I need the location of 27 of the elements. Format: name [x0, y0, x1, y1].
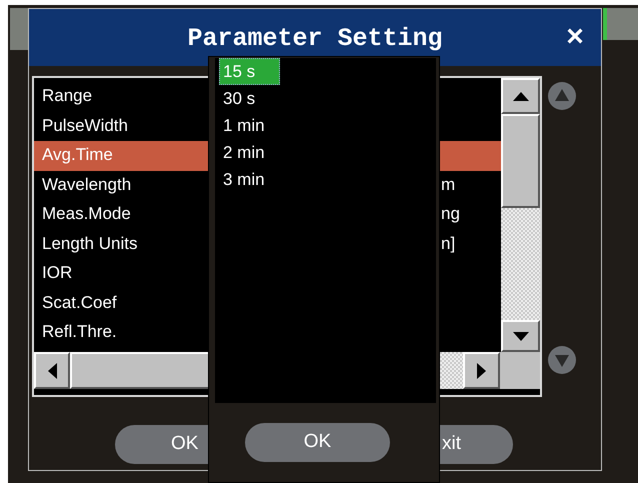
parameter-label: Avg.Time [42, 144, 113, 166]
parameter-label: Scat.Coef [42, 292, 117, 314]
side-widget [603, 8, 638, 40]
parameter-label: Length Units [42, 232, 138, 254]
left-triangle-icon [48, 362, 56, 378]
option-item[interactable]: 30 s [219, 85, 260, 112]
option-item[interactable]: 3 min [219, 166, 269, 193]
scroll-up-button[interactable] [501, 78, 540, 114]
page-up-icon[interactable] [548, 82, 576, 110]
ok-button[interactable]: OK [245, 423, 390, 462]
parameter-label: Refl.Thre. [42, 321, 117, 343]
parameter-value: n] [441, 232, 456, 254]
page-down-icon[interactable] [548, 346, 576, 374]
down-triangle-icon [512, 332, 528, 340]
parameter-value: ng [441, 203, 460, 225]
option-item[interactable]: 2 min [219, 139, 269, 166]
up-triangle-icon [512, 92, 528, 100]
window-title: Parameter Setting [186, 24, 444, 54]
scroll-thumb[interactable] [501, 114, 540, 208]
parameter-label: IOR [42, 262, 72, 284]
parameter-label: Meas.Mode [42, 203, 131, 225]
scroll-down-button[interactable] [501, 320, 540, 352]
close-button[interactable]: × [560, 22, 590, 52]
scroll-left-button[interactable] [34, 352, 70, 389]
scroll-right-button[interactable] [463, 352, 500, 389]
right-triangle-icon [477, 362, 486, 378]
option-item[interactable]: 1 min [219, 112, 269, 139]
